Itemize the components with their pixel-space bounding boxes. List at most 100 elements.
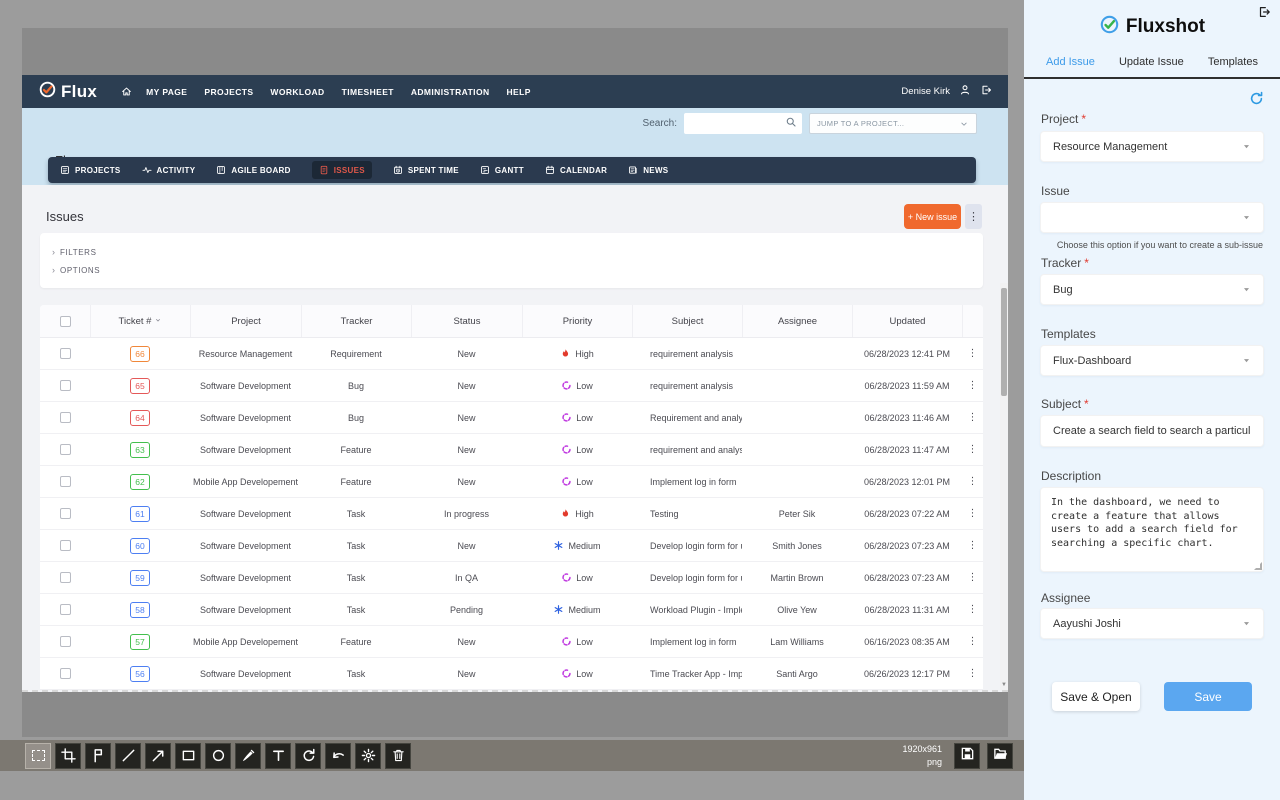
text-tool[interactable]	[265, 743, 291, 769]
options-toggle[interactable]: › OPTIONS	[52, 261, 971, 279]
tab-gantt[interactable]: GANTT	[480, 165, 524, 175]
table-row[interactable]: 65Software DevelopmentBugNewLowrequireme…	[40, 370, 983, 402]
flag-tool[interactable]	[85, 743, 111, 769]
nav-item-projects[interactable]: PROJECTS	[204, 87, 253, 97]
new-issue-button[interactable]: + New issue	[904, 204, 961, 229]
save-image-button[interactable]	[954, 743, 980, 769]
column-header-subject[interactable]: Subject	[632, 305, 742, 337]
row-checkbox[interactable]	[60, 668, 71, 679]
row-menu-button[interactable]: ⋮	[962, 658, 983, 689]
issue-select[interactable]	[1040, 202, 1264, 233]
row-checkbox[interactable]	[60, 380, 71, 391]
scrollbar-thumb[interactable]	[1001, 288, 1007, 396]
ticket-badge[interactable]: 56	[130, 666, 149, 682]
nav-item-my-page[interactable]: MY PAGE	[146, 87, 187, 97]
fluxshot-tab-templates[interactable]: Templates	[1208, 56, 1258, 77]
table-row[interactable]: 56Software DevelopmentTaskNewLowTime Tra…	[40, 658, 983, 690]
column-header-ticket[interactable]: Ticket #	[90, 305, 190, 337]
table-row[interactable]: 63Software DevelopmentFeatureNewLowrequi…	[40, 434, 983, 466]
row-menu-button[interactable]: ⋮	[962, 530, 983, 561]
column-header-assignee[interactable]: Assignee	[742, 305, 852, 337]
save-button[interactable]: Save	[1164, 682, 1252, 711]
table-scrollbar[interactable]: ▼	[1000, 283, 1008, 690]
ticket-badge[interactable]: 65	[130, 378, 149, 394]
tracker-select[interactable]: Bug	[1040, 274, 1264, 305]
tab-spent-time[interactable]: SPENT TIME	[393, 165, 459, 175]
crop-tool[interactable]	[55, 743, 81, 769]
nav-item-administration[interactable]: ADMINISTRATION	[411, 87, 490, 97]
description-textarea[interactable]: In the dashboard, we need to create a fe…	[1040, 487, 1264, 572]
arrow-tool[interactable]	[145, 743, 171, 769]
undo-tool[interactable]	[325, 743, 351, 769]
fluxshot-tab-update-issue[interactable]: Update Issue	[1119, 56, 1184, 77]
nav-item-workload[interactable]: WORKLOAD	[270, 87, 324, 97]
fluxshot-tab-add-issue[interactable]: Add Issue	[1046, 56, 1095, 77]
column-header-updated[interactable]: Updated	[852, 305, 962, 337]
row-checkbox[interactable]	[60, 540, 71, 551]
row-checkbox[interactable]	[60, 508, 71, 519]
ticket-badge[interactable]: 60	[130, 538, 149, 554]
ticket-badge[interactable]: 58	[130, 602, 149, 618]
nav-item-help[interactable]: HELP	[507, 87, 531, 97]
tab-news[interactable]: NEWS	[628, 165, 668, 175]
column-header-tracker[interactable]: Tracker	[301, 305, 411, 337]
table-row[interactable]: 62Mobile App DevelopementFeatureNewLowIm…	[40, 466, 983, 498]
tab-issues[interactable]: ISSUES	[312, 161, 372, 179]
row-checkbox[interactable]	[60, 636, 71, 647]
ticket-badge[interactable]: 64	[130, 410, 149, 426]
row-menu-button[interactable]: ⋮	[962, 594, 983, 625]
save-and-open-button[interactable]: Save & Open	[1052, 682, 1140, 711]
filters-toggle[interactable]: › FILTERS	[52, 243, 971, 261]
row-menu-button[interactable]: ⋮	[962, 402, 983, 433]
table-row[interactable]: 60Software DevelopmentTaskNewMediumDevel…	[40, 530, 983, 562]
ticket-badge[interactable]: 63	[130, 442, 149, 458]
ticket-badge[interactable]: 59	[130, 570, 149, 586]
table-row[interactable]: 59Software DevelopmentTaskIn QALowDevelo…	[40, 562, 983, 594]
project-select[interactable]: Resource Management	[1040, 131, 1264, 162]
ticket-badge[interactable]: 62	[130, 474, 149, 490]
row-checkbox[interactable]	[60, 476, 71, 487]
row-checkbox[interactable]	[60, 348, 71, 359]
subject-input[interactable]: Create a search field to search a partic…	[1040, 415, 1264, 447]
scrollbar-down-arrow[interactable]: ▼	[1001, 682, 1007, 688]
person-icon[interactable]	[959, 83, 971, 101]
ticket-badge[interactable]: 57	[130, 634, 149, 650]
row-checkbox[interactable]	[60, 604, 71, 615]
trash-tool[interactable]	[385, 743, 411, 769]
select-all-checkbox[interactable]	[60, 316, 71, 327]
jump-to-project-select[interactable]: JUMP TO A PROJECT...	[809, 113, 977, 134]
table-row[interactable]: 64Software DevelopmentBugNewLowRequireme…	[40, 402, 983, 434]
home-icon[interactable]	[121, 86, 132, 97]
row-menu-button[interactable]: ⋮	[962, 498, 983, 529]
tab-projects[interactable]: PROJECTS	[60, 165, 121, 175]
logout-icon[interactable]	[980, 83, 992, 101]
ticket-badge[interactable]: 61	[130, 506, 149, 522]
table-row[interactable]: 61Software DevelopmentTaskIn progressHig…	[40, 498, 983, 530]
flux-search-input[interactable]	[684, 113, 802, 134]
line-tool[interactable]	[115, 743, 141, 769]
row-menu-button[interactable]: ⋮	[962, 370, 983, 401]
row-menu-button[interactable]: ⋮	[962, 466, 983, 497]
row-menu-button[interactable]: ⋮	[962, 434, 983, 465]
refresh-icon[interactable]	[1249, 91, 1264, 106]
table-row[interactable]: 58Software DevelopmentTaskPendingMediumW…	[40, 594, 983, 626]
ticket-badge[interactable]: 66	[130, 346, 149, 362]
row-checkbox[interactable]	[60, 572, 71, 583]
brush-tool[interactable]	[235, 743, 261, 769]
issues-menu-button[interactable]: ⋮	[965, 204, 982, 229]
rectangle-tool[interactable]	[175, 743, 201, 769]
column-header-status[interactable]: Status	[411, 305, 522, 337]
table-row[interactable]: 66Resource ManagementRequirementNewHighr…	[40, 338, 983, 370]
redo-tool[interactable]	[295, 743, 321, 769]
tab-calendar[interactable]: CALENDAR	[545, 165, 607, 175]
assignee-select[interactable]: Aayushi Joshi	[1040, 608, 1264, 639]
column-header-project[interactable]: Project	[190, 305, 301, 337]
row-checkbox[interactable]	[60, 444, 71, 455]
selection-tool[interactable]	[25, 743, 51, 769]
tab-agile-board[interactable]: AGILE BOARD	[216, 165, 290, 175]
row-checkbox[interactable]	[60, 412, 71, 423]
open-folder-button[interactable]	[987, 743, 1013, 769]
row-menu-button[interactable]: ⋮	[962, 338, 983, 369]
column-header-priority[interactable]: Priority	[522, 305, 632, 337]
nav-item-timesheet[interactable]: TIMESHEET	[342, 87, 394, 97]
